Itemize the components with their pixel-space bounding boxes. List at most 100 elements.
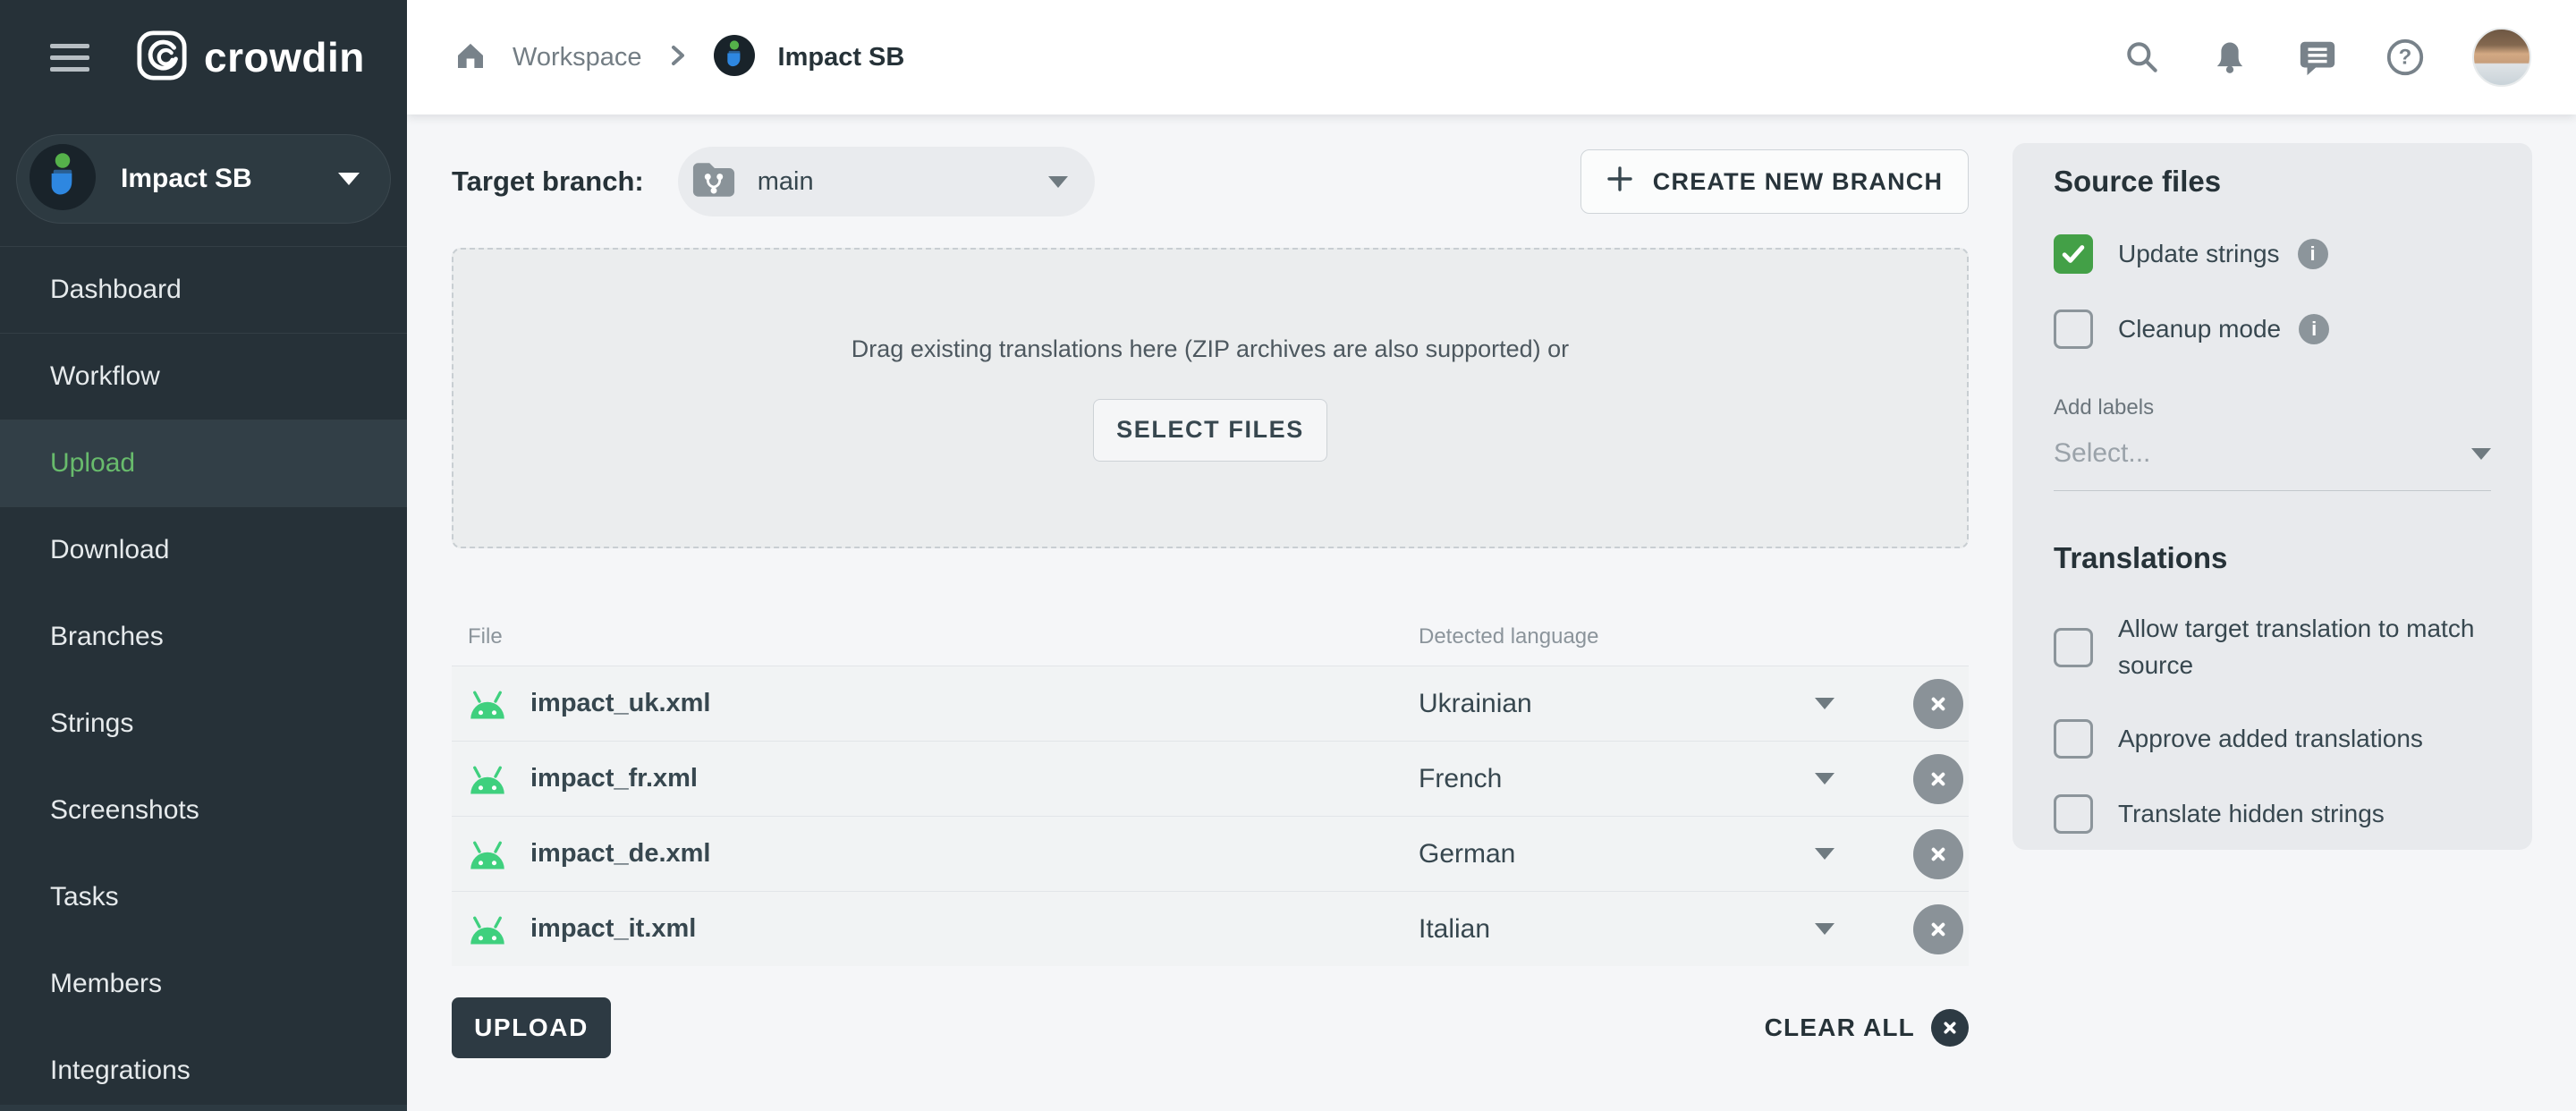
sidebar-item-workflow[interactable]: Workflow xyxy=(0,333,407,420)
labels-select-dropdown[interactable]: Select... xyxy=(2054,438,2491,491)
option-cleanup-mode: Cleanup mode i xyxy=(2054,310,2491,349)
create-new-branch-label: CREATE NEW BRANCH xyxy=(1653,168,1943,196)
help-icon[interactable]: ? xyxy=(2385,37,2426,78)
sidebar-item-strings[interactable]: Strings xyxy=(0,680,407,767)
sidebar-item-branches[interactable]: Branches xyxy=(0,593,407,680)
breadcrumb-project-avatar xyxy=(714,35,755,81)
nav-label: Strings xyxy=(50,708,133,739)
info-icon[interactable]: i xyxy=(2299,314,2329,344)
notifications-bell-icon[interactable] xyxy=(2209,37,2250,78)
plus-icon xyxy=(1606,165,1633,199)
clear-all-x-icon xyxy=(1931,1009,1969,1047)
nav-label: Workflow xyxy=(50,361,160,392)
sidebar: crowdin Impact SB Dashboard Workflow Upl… xyxy=(0,0,407,1111)
nav-label: Members xyxy=(50,969,162,999)
sidebar-item-dashboard[interactable]: Dashboard xyxy=(0,246,407,333)
breadcrumb-workspace[interactable]: Workspace xyxy=(513,43,642,72)
sidebar-nav: Dashboard Workflow Upload Download Branc… xyxy=(0,246,407,1111)
files-table-header: File Detected language xyxy=(452,608,1969,666)
option-label: Translate hidden strings xyxy=(2118,796,2385,833)
target-branch-row: Target branch: main xyxy=(452,147,1969,216)
chevron-down-icon xyxy=(338,173,360,185)
clear-all-label: CLEAR ALL xyxy=(1765,1013,1915,1042)
option-approve-added-translations: Approve added translations xyxy=(2054,719,2491,759)
language-dropdown-caret[interactable] xyxy=(1815,923,1835,935)
detected-language-value: French xyxy=(1419,764,1502,794)
sidebar-item-members[interactable]: Members xyxy=(0,940,407,1027)
language-dropdown-caret[interactable] xyxy=(1815,773,1835,784)
nav-label: Branches xyxy=(50,622,164,652)
target-branch-label: Target branch: xyxy=(452,165,644,198)
upload-button[interactable]: UPLOAD xyxy=(452,997,611,1058)
translate-hidden-checkbox[interactable] xyxy=(2054,794,2093,834)
nav-label: Integrations xyxy=(50,1056,191,1086)
file-name: impact_fr.xml xyxy=(530,764,698,793)
select-files-button[interactable]: SELECT FILES xyxy=(1093,399,1327,462)
upload-column: Target branch: main xyxy=(452,114,1969,1058)
clear-all-button[interactable]: CLEAR ALL xyxy=(1765,1009,1969,1047)
hamburger-menu-icon[interactable] xyxy=(50,44,89,72)
file-dropzone[interactable]: Drag existing translations here (ZIP arc… xyxy=(452,248,1969,548)
option-label: Update strings xyxy=(2118,236,2280,273)
language-dropdown-caret[interactable] xyxy=(1815,698,1835,709)
messages-chat-icon[interactable] xyxy=(2297,37,2338,78)
sidebar-item-download[interactable]: Download xyxy=(0,506,407,593)
android-file-icon xyxy=(466,911,509,948)
project-selector[interactable]: Impact SB xyxy=(16,134,391,224)
crowdin-logo-text: crowdin xyxy=(204,33,365,81)
chevron-down-icon xyxy=(2471,448,2491,460)
chevron-down-icon xyxy=(1048,176,1068,188)
detected-language-value: German xyxy=(1419,839,1515,869)
remove-file-button[interactable] xyxy=(1913,679,1963,729)
update-strings-checkbox[interactable] xyxy=(2054,234,2093,274)
sidebar-header: crowdin xyxy=(0,0,407,114)
home-icon[interactable] xyxy=(452,37,489,79)
branch-select-dropdown[interactable]: main xyxy=(678,147,1095,216)
chevron-right-icon xyxy=(665,43,691,72)
table-footer: UPLOAD CLEAR ALL xyxy=(452,997,1969,1058)
remove-file-button[interactable] xyxy=(1913,829,1963,879)
main-content: Target branch: main xyxy=(407,114,2576,1111)
option-translate-hidden-strings: Translate hidden strings xyxy=(2054,794,2491,834)
nav-label: Upload xyxy=(50,448,135,479)
crowdin-logo-icon xyxy=(136,30,188,86)
table-row: impact_de.xml German xyxy=(452,816,1969,891)
cleanup-mode-checkbox[interactable] xyxy=(2054,310,2093,349)
option-label: Approve added translations xyxy=(2118,721,2423,758)
android-file-icon xyxy=(466,760,509,798)
table-row: impact_uk.xml Ukrainian xyxy=(452,666,1969,741)
remove-file-button[interactable] xyxy=(1913,904,1963,954)
language-dropdown-caret[interactable] xyxy=(1815,848,1835,860)
source-files-title: Source files xyxy=(2054,165,2491,199)
android-file-icon xyxy=(466,685,509,723)
detected-language-value: Italian xyxy=(1419,914,1490,945)
nav-label: Tasks xyxy=(50,882,119,912)
user-avatar[interactable] xyxy=(2472,28,2531,87)
nav-label: Download xyxy=(50,535,169,565)
topbar: Workspace Impact SB xyxy=(407,0,2576,114)
topbar-icons: ? xyxy=(2122,28,2531,87)
sidebar-item-tasks[interactable]: Tasks xyxy=(0,853,407,940)
branch-select-value: main xyxy=(758,167,1027,197)
labels-select-placeholder: Select... xyxy=(2054,438,2150,469)
nav-label: Screenshots xyxy=(50,795,199,826)
crowdin-logo[interactable]: crowdin xyxy=(136,30,365,86)
table-row: impact_fr.xml French xyxy=(452,741,1969,816)
translations-title: Translations xyxy=(2054,541,2491,575)
sidebar-item-integrations[interactable]: Integrations xyxy=(0,1027,407,1111)
nav-label: Dashboard xyxy=(50,275,182,305)
sidebar-item-screenshots[interactable]: Screenshots xyxy=(0,767,407,853)
file-name: impact_de.xml xyxy=(530,839,710,869)
file-name: impact_it.xml xyxy=(530,914,696,944)
remove-file-button[interactable] xyxy=(1913,754,1963,804)
allow-target-match-checkbox[interactable] xyxy=(2054,628,2093,667)
approve-added-checkbox[interactable] xyxy=(2054,719,2093,759)
create-new-branch-button[interactable]: CREATE NEW BRANCH xyxy=(1580,149,1969,214)
breadcrumb-project-name[interactable]: Impact SB xyxy=(778,43,905,72)
upload-settings-panel: Source files Update strings i Cleanup mo… xyxy=(2012,143,2532,850)
info-icon[interactable]: i xyxy=(2298,239,2328,269)
column-header-file: File xyxy=(468,624,503,649)
search-icon[interactable] xyxy=(2122,37,2163,78)
project-name: Impact SB xyxy=(121,164,313,194)
sidebar-item-upload[interactable]: Upload xyxy=(0,420,407,506)
